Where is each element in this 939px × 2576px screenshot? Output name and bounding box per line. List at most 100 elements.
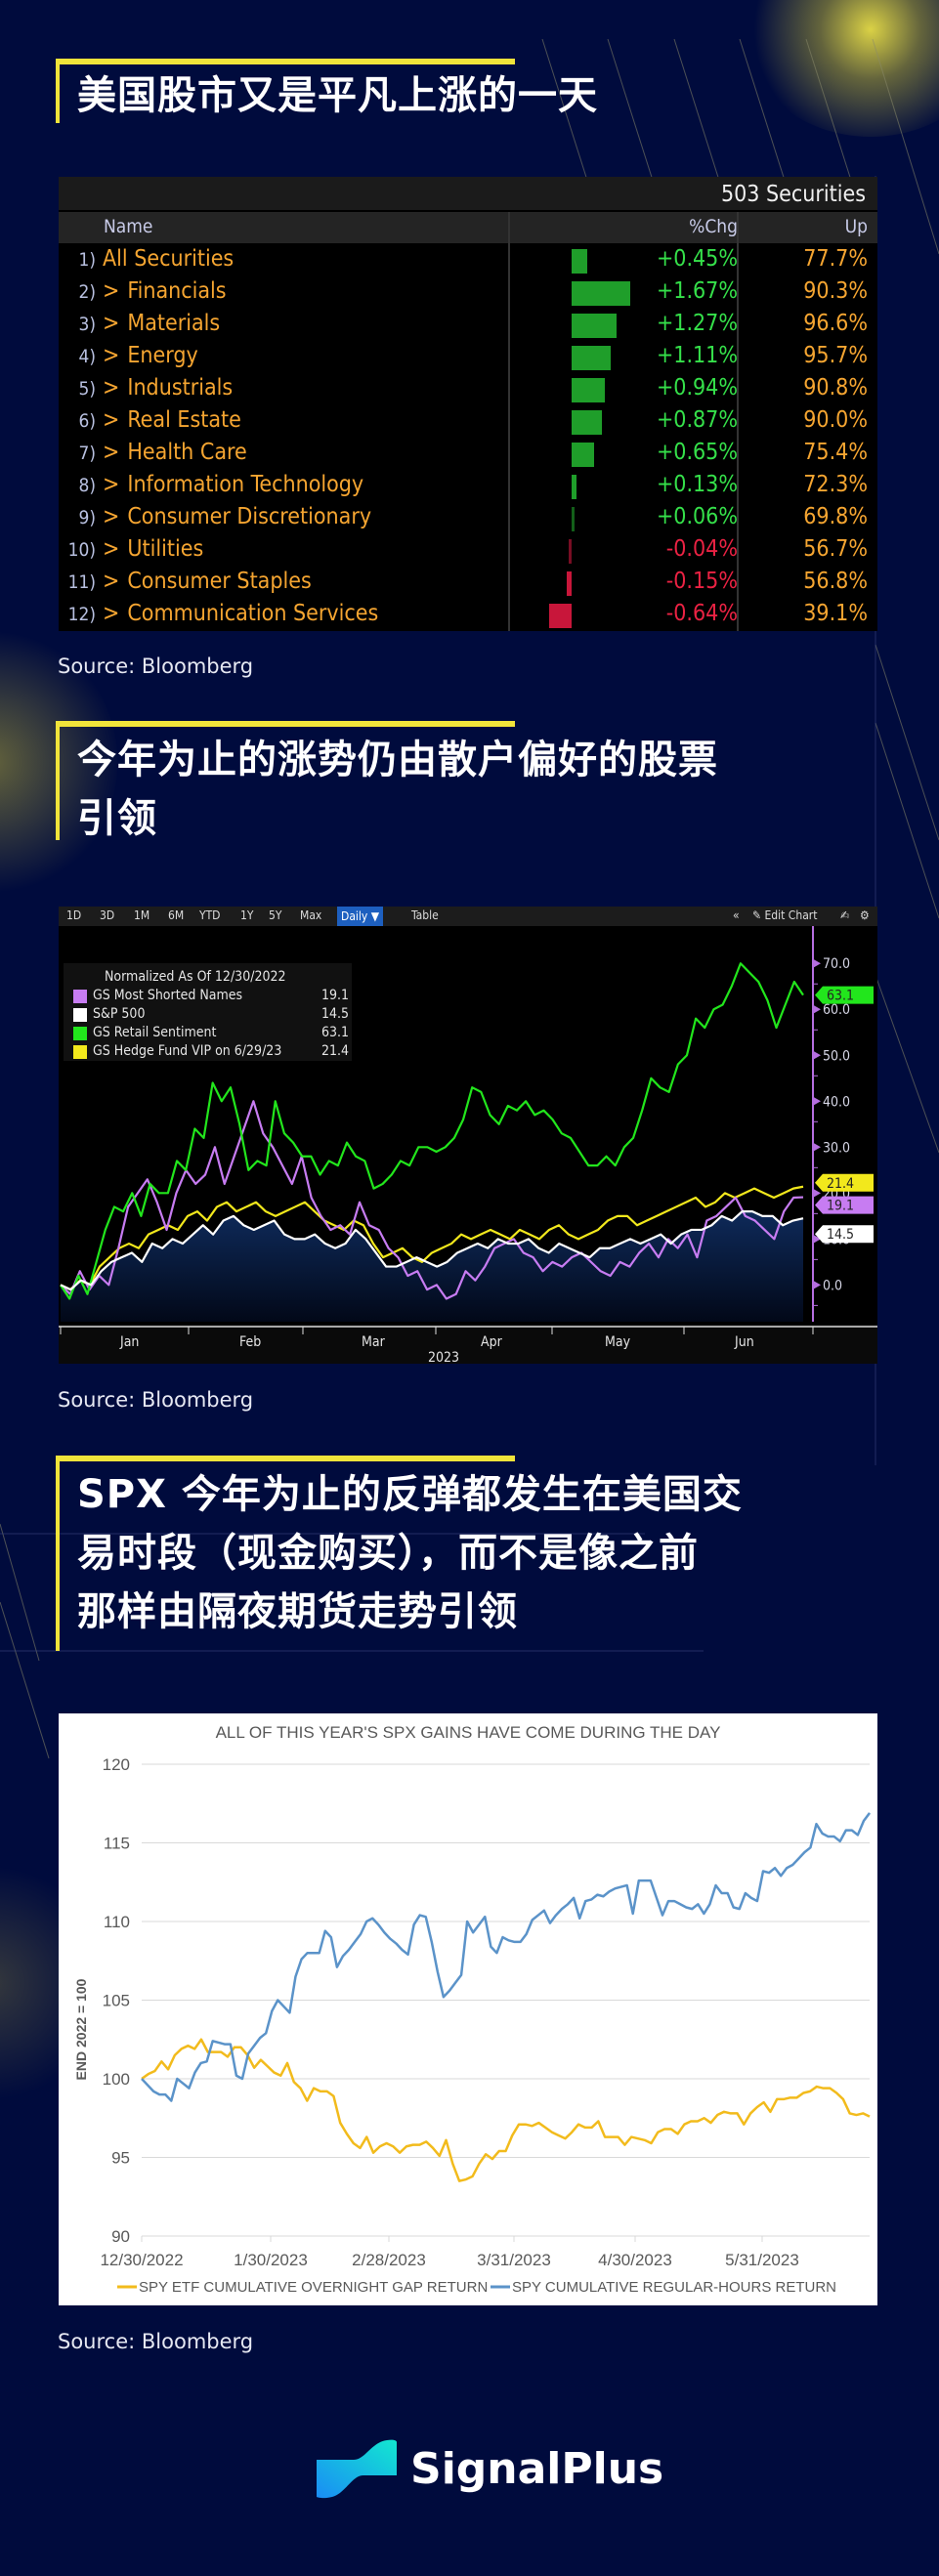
heading-text: 今年为止的涨势仍由散户偏好的股票 引领 xyxy=(77,731,718,848)
x-tick-label: Jun xyxy=(734,1334,754,1350)
sector-name[interactable]: > Materials xyxy=(103,311,220,336)
section-heading-1: 美国股市又是平凡上涨的一天 xyxy=(56,59,598,123)
pct-change: -0.15% xyxy=(665,569,738,594)
sector-name[interactable]: All Securities xyxy=(103,246,234,272)
expand-chevron-icon[interactable]: > xyxy=(103,504,119,529)
sector-name[interactable]: > Consumer Staples xyxy=(103,569,312,594)
source-label: Source: Bloomberg xyxy=(58,2330,254,2353)
row-index: 5) xyxy=(78,378,96,400)
change-bar xyxy=(572,378,605,402)
sector-name[interactable]: > Consumer Discretionary xyxy=(103,504,371,529)
table-row[interactable]: 12) > Communication Services -0.64% 39.1% xyxy=(59,600,877,632)
expand-chevron-icon[interactable]: > xyxy=(103,407,119,433)
sector-name[interactable]: > Energy xyxy=(103,343,198,368)
legend-label: S&P 500 xyxy=(93,1006,146,1022)
value-tag-label: 63.1 xyxy=(827,989,854,1004)
table-row[interactable]: 3) > Materials +1.27% 96.6% xyxy=(59,310,877,342)
expand-chevron-icon[interactable]: > xyxy=(103,375,119,401)
change-bar xyxy=(566,571,572,596)
y-tick-label: 100 xyxy=(103,2070,130,2089)
sector-name[interactable]: > Financials xyxy=(103,278,227,304)
table-row[interactable]: 2) > Financials +1.67% 90.3% xyxy=(59,277,877,310)
table-row[interactable]: 8) > Information Technology +0.13% 72.3% xyxy=(59,471,877,503)
pct-up: 96.6% xyxy=(803,311,868,336)
pct-change: +0.65% xyxy=(656,440,738,465)
x-tick-label: Mar xyxy=(362,1334,386,1350)
series-line-regular-hours xyxy=(141,1812,871,2102)
pct-up: 95.7% xyxy=(803,343,868,368)
x-tick-label: 12/30/2022 xyxy=(100,2251,183,2269)
pct-up: 72.3% xyxy=(803,472,868,497)
heading-accent-left xyxy=(56,721,60,840)
expand-chevron-icon[interactable]: > xyxy=(103,343,119,368)
table-row[interactable]: 10) > Utilities -0.04% 56.7% xyxy=(59,535,877,568)
table-row[interactable]: 11) > Consumer Staples -0.15% 56.8% xyxy=(59,568,877,600)
row-index: 8) xyxy=(78,475,96,496)
spx-gains-chart: ALL OF THIS YEAR'S SPX GAINS HAVE COME D… xyxy=(59,1713,877,2305)
retail-sentiment-chart: 1D 3D 1M 6M YTD 1Y 5Y Max Daily ▼ Table … xyxy=(59,907,877,1364)
legend-label: SPY ETF CUMULATIVE OVERNIGHT GAP RETURN xyxy=(139,2279,488,2296)
pct-up: 90.8% xyxy=(803,375,868,401)
pct-change: +0.94% xyxy=(656,375,738,401)
pct-change: +0.13% xyxy=(656,472,738,497)
pct-up: 39.1% xyxy=(803,601,868,626)
table-row[interactable]: 9) > Consumer Discretionary +0.06% 69.8% xyxy=(59,503,877,535)
table-row[interactable]: 4) > Energy +1.11% 95.7% xyxy=(59,342,877,374)
heading-text: SPX 今年为止的反弹都发生在美国交 易时段（现金购买），而不是像之前 那样由隔… xyxy=(77,1465,743,1641)
table-row[interactable]: 7) > Health Care +0.65% 75.4% xyxy=(59,439,877,471)
expand-chevron-icon[interactable]: > xyxy=(103,472,119,497)
y-tick-label: 0.0 xyxy=(823,1278,842,1293)
pct-change: +0.45% xyxy=(656,246,738,272)
section-heading-2: 今年为止的涨势仍由散户偏好的股票 引领 xyxy=(56,721,718,841)
pct-up: 90.0% xyxy=(803,407,868,433)
pct-up: 75.4% xyxy=(803,440,868,465)
legend-item: S&P 500 14.5 xyxy=(73,1006,349,1025)
legend-label: SPY CUMULATIVE REGULAR-HOURS RETURN xyxy=(512,2279,836,2296)
x-tick-label: Jan xyxy=(119,1334,139,1350)
heading-accent-bar xyxy=(56,59,515,64)
legend-item: GS Retail Sentiment 63.1 xyxy=(73,1025,349,1043)
y-axis-panel xyxy=(813,926,877,1327)
sector-name[interactable]: > Industrials xyxy=(103,375,233,401)
pct-change: +1.27% xyxy=(656,311,738,336)
column-header-up[interactable]: Up xyxy=(845,216,868,237)
change-bar xyxy=(572,249,588,274)
expand-chevron-icon[interactable]: > xyxy=(103,311,119,336)
legend-swatch xyxy=(73,990,87,1003)
table-row[interactable]: 1) All Securities +0.45% 77.7% xyxy=(59,245,877,277)
legend-swatch xyxy=(73,1045,87,1059)
expand-chevron-icon[interactable]: > xyxy=(103,278,119,304)
legend-value: 63.1 xyxy=(320,1025,349,1040)
pct-up: 69.8% xyxy=(803,504,868,529)
sector-name[interactable]: > Health Care xyxy=(103,440,247,465)
securities-count: 503 Securities xyxy=(720,182,866,207)
sector-name[interactable]: > Information Technology xyxy=(103,472,363,497)
brand-name: SignalPlus xyxy=(410,2444,664,2494)
column-header-chg[interactable]: %Chg xyxy=(689,216,738,237)
table-row[interactable]: 5) > Industrials +0.94% 90.8% xyxy=(59,374,877,406)
source-label: Source: Bloomberg xyxy=(58,655,254,678)
pct-change: +1.67% xyxy=(656,278,738,304)
row-index: 4) xyxy=(78,346,96,367)
table-row[interactable]: 6) > Real Estate +0.87% 90.0% xyxy=(59,406,877,439)
expand-chevron-icon[interactable]: > xyxy=(103,440,119,465)
row-index: 11) xyxy=(67,571,96,593)
pct-change: +0.06% xyxy=(656,504,738,529)
x-tick-label: 2/28/2023 xyxy=(352,2251,426,2269)
y-tick-label: 50.0 xyxy=(823,1048,850,1064)
sector-name[interactable]: > Communication Services xyxy=(103,601,378,626)
value-tag-label: 21.4 xyxy=(827,1176,854,1192)
expand-chevron-icon[interactable]: > xyxy=(103,601,119,626)
column-header-name[interactable]: Name xyxy=(104,216,152,237)
legend-label: GS Retail Sentiment xyxy=(93,1025,217,1040)
table-topbar: 503 Securities xyxy=(59,177,877,212)
sector-name[interactable]: > Real Estate xyxy=(103,407,241,433)
sector-name[interactable]: > Utilities xyxy=(103,536,203,562)
expand-chevron-icon[interactable]: > xyxy=(103,536,119,562)
x-axis-label: 2023 xyxy=(428,1350,459,1364)
x-tick-label: 3/31/2023 xyxy=(477,2251,551,2269)
row-index: 9) xyxy=(78,507,96,528)
legend-value: 14.5 xyxy=(320,1006,349,1022)
expand-chevron-icon[interactable]: > xyxy=(103,569,119,594)
change-bar xyxy=(572,475,576,499)
